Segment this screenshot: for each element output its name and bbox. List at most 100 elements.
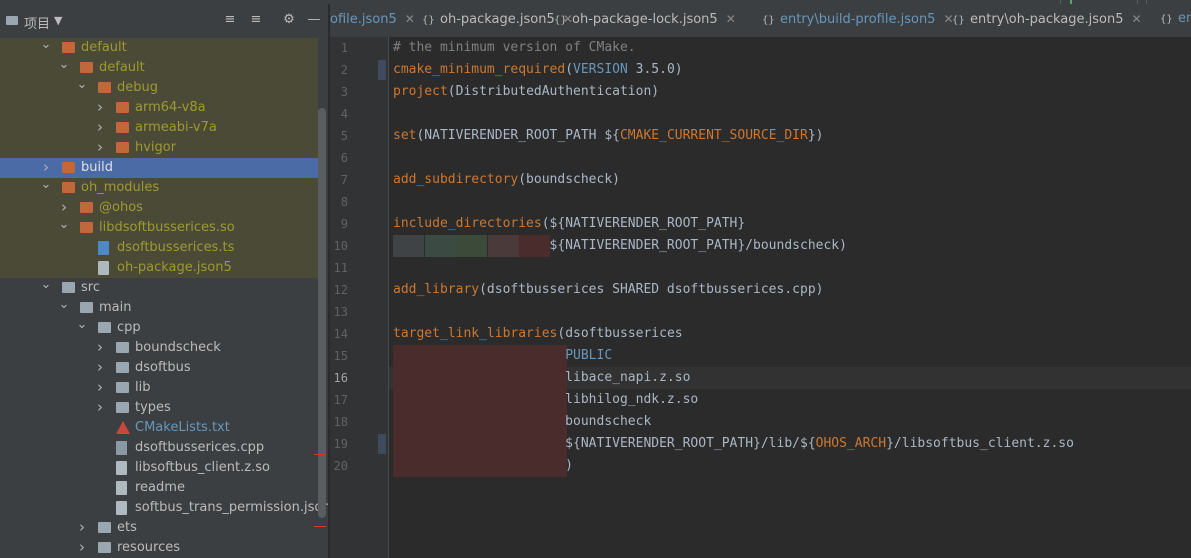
close-icon[interactable]: ✕ [1132, 12, 1142, 26]
chevron-right-icon[interactable]: › [94, 358, 106, 377]
folder-icon [116, 382, 129, 393]
chevron-right-icon[interactable]: › [94, 98, 106, 117]
chevron-down-icon[interactable]: ⌄ [58, 58, 70, 72]
change-marker [378, 60, 386, 80]
folder-icon [62, 182, 75, 193]
code-line[interactable]: project(DistributedAuthentication) [393, 81, 659, 103]
tree-item[interactable]: › build [0, 158, 318, 178]
expand-all-icon[interactable]: ≡ [222, 12, 238, 28]
tree-item[interactable]: ⌄ src [0, 278, 318, 298]
close-icon[interactable]: ✕ [405, 12, 415, 26]
tree-item[interactable]: ⌄ default [0, 58, 318, 78]
tree-item[interactable]: › arm64-v8a [0, 98, 318, 118]
chevron-right-icon[interactable]: › [76, 538, 88, 557]
tree-item[interactable]: dsoftbusserices.ts [0, 238, 318, 258]
code-line[interactable]: libhilog_ndk.z.so [393, 389, 698, 411]
minimize-icon[interactable]: — [306, 12, 322, 28]
chevron-right-icon[interactable]: › [94, 338, 106, 357]
project-panel-header: 项目 ▼ ≡ ≡ ⚙ — [0, 4, 328, 38]
tree-item[interactable]: dsoftbusserices.cpp [0, 438, 318, 458]
chevron-down-icon[interactable]: ⌄ [40, 178, 52, 192]
tree-item[interactable]: › armeabi-v7a [0, 118, 318, 138]
chevron-right-icon[interactable]: › [94, 398, 106, 417]
project-scrollbar[interactable] [318, 108, 326, 518]
tree-item-label: lib [135, 380, 151, 395]
chevron-down-icon[interactable]: ⌄ [40, 278, 52, 292]
tree-item[interactable]: ⌄ libdsoftbusserices.so [0, 218, 318, 238]
chevron-down-icon[interactable]: ▼ [54, 14, 62, 27]
tree-item[interactable]: readme [0, 478, 318, 498]
chevron-down-icon[interactable]: ⌄ [76, 78, 88, 92]
code-line[interactable]: target_link_libraries(dsoftbusserices [393, 323, 683, 345]
tree-item[interactable]: › boundscheck [0, 338, 318, 358]
tree-item[interactable]: oh-package.json5 [0, 258, 318, 278]
code-line[interactable]: add_library(dsoftbusserices SHARED dsoft… [393, 279, 823, 301]
text-file-icon [116, 481, 127, 495]
tree-item-label: readme [135, 480, 185, 495]
code-line[interactable]: ${NATIVERENDER_ROOT_PATH}/boundscheck) [393, 235, 847, 257]
tree-item[interactable]: ⌄ cpp [0, 318, 318, 338]
tree-item[interactable]: › @ohos [0, 198, 318, 218]
json-file-icon: {} [952, 15, 965, 26]
code-line[interactable]: ) [393, 455, 573, 477]
editor-tab[interactable]: {} entry\oh-package.json5 ✕ [952, 4, 1142, 37]
error-marker [314, 454, 326, 455]
tree-item[interactable]: › lib [0, 378, 318, 398]
editor-tab[interactable]: ofile.json5 ✕ [330, 4, 415, 37]
tree-item[interactable]: ⌄ main [0, 298, 318, 318]
tree-item[interactable]: ⌄ default [0, 38, 318, 58]
code-line[interactable]: boundscheck [393, 411, 651, 433]
chevron-right-icon[interactable]: › [76, 518, 88, 537]
folder-icon [116, 102, 129, 113]
code-line[interactable]: # the minimum version of CMake. [393, 37, 636, 59]
tree-item[interactable]: › resources [0, 538, 318, 558]
tree-item[interactable]: › types [0, 398, 318, 418]
line-number: 7 [340, 173, 348, 187]
editor-tab[interactable]: {} oh-package-lock.json5 ✕ [554, 4, 736, 37]
code-line[interactable]: cmake_minimum_required(VERSION 3.5.0) [393, 59, 683, 81]
tree-item-label: dsoftbus [135, 360, 191, 375]
tree-item[interactable]: › hvigor [0, 138, 318, 158]
line-number: 1 [340, 41, 348, 55]
tree-item-label: default [99, 60, 145, 75]
folder-icon [116, 342, 129, 353]
tree-item-label: arm64-v8a [135, 100, 206, 115]
chevron-right-icon[interactable]: › [94, 138, 106, 157]
chevron-down-icon[interactable]: ⌄ [58, 218, 70, 232]
tree-item[interactable]: › ets [0, 518, 318, 538]
line-number: 5 [340, 129, 348, 143]
change-marker [378, 434, 386, 454]
chevron-right-icon[interactable]: › [58, 198, 70, 217]
editor-tab[interactable]: {} entry [1160, 4, 1191, 37]
code-line[interactable]: include_directories(${NATIVERENDER_ROOT_… [393, 213, 745, 235]
project-folder-icon [6, 16, 18, 25]
project-panel-title[interactable]: 项目 [24, 13, 50, 32]
chevron-down-icon[interactable]: ⌄ [40, 38, 52, 52]
chevron-right-icon[interactable]: › [94, 118, 106, 137]
close-icon[interactable]: ✕ [726, 12, 736, 26]
tree-item[interactable]: softbus_trans_permission.json [0, 498, 328, 518]
collapse-all-icon[interactable]: ≡ [248, 12, 264, 28]
editor-tab-label: entry\build-profile.json5 [780, 12, 936, 27]
folder-icon [98, 82, 111, 93]
code-line[interactable]: set(NATIVERENDER_ROOT_PATH ${CMAKE_CURRE… [393, 125, 823, 147]
tree-item[interactable]: ⌄ oh_modules [0, 178, 318, 198]
chevron-down-icon[interactable]: ⌄ [76, 318, 88, 332]
line-number: 10 [333, 239, 348, 253]
gear-icon[interactable]: ⚙ [281, 12, 297, 28]
chevron-right-icon[interactable]: › [40, 158, 52, 177]
code-line[interactable]: libace_napi.z.so [393, 367, 690, 389]
editor-tab[interactable]: {} entry\build-profile.json5 ✕ [762, 4, 954, 37]
chevron-right-icon[interactable]: › [94, 378, 106, 397]
code-line[interactable]: PUBLIC [393, 345, 612, 367]
code-line[interactable]: ${NATIVERENDER_ROOT_PATH}/lib/${OHOS_ARC… [393, 433, 1074, 455]
tree-item[interactable]: libsoftbus_client.z.so [0, 458, 318, 478]
json-file-icon [116, 501, 127, 515]
folder-icon [98, 542, 111, 553]
tree-item[interactable]: ⌄ debug [0, 78, 318, 98]
editor-tab[interactable]: {} oh-package.json5 ✕ [422, 4, 573, 37]
code-line[interactable]: add_subdirectory(boundscheck) [393, 169, 620, 191]
tree-item[interactable]: › dsoftbus [0, 358, 318, 378]
chevron-down-icon[interactable]: ⌄ [58, 298, 70, 312]
tree-item[interactable]: CMakeLists.txt [0, 418, 318, 438]
